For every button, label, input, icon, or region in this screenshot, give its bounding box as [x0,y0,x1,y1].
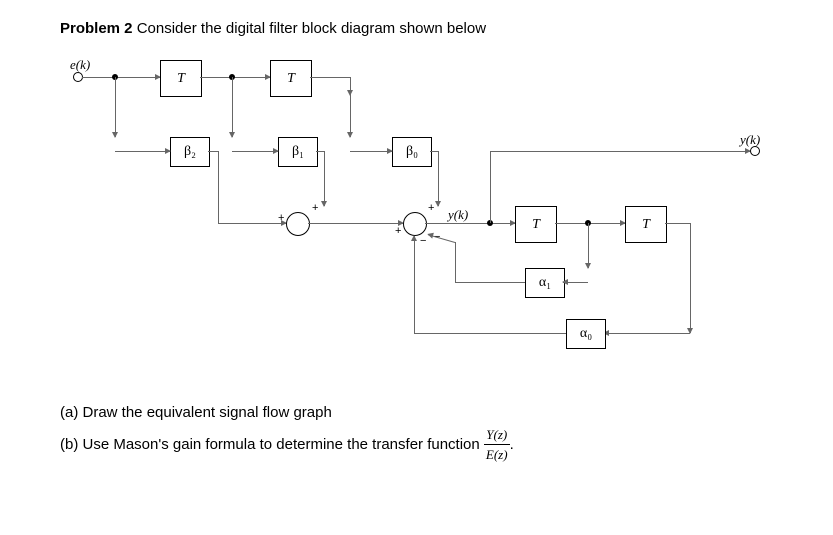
label-yk: y(k) [740,132,760,148]
problem-text: Consider the digital filter block diagra… [133,20,487,37]
sum-junction-2 [403,212,427,236]
gain-alpha1: α₁ [525,268,565,298]
delay-block-1: T [160,60,202,97]
sum-junction-1 [286,212,310,236]
transfer-function-fraction: Y(z)E(z) [484,425,510,465]
label-ek: e(k) [70,57,90,73]
plus-s1-top: + [312,202,318,214]
feedback-delay-2: T [625,206,667,243]
question-b: (b) Use Mason's gain formula to determin… [60,425,773,465]
block-diagram: e(k) T T β₂ β₁ [60,47,770,387]
questions: (a) Draw the equivalent signal flow grap… [60,402,773,465]
plus-s2-left: + [395,225,401,237]
gain-beta1: β₁ [278,137,318,167]
gain-beta0: β₀ [392,137,432,167]
feedback-delay-1: T [515,206,557,243]
delay-block-2: T [270,60,312,97]
question-a: (a) Draw the equivalent signal flow grap… [60,402,773,425]
plus-s1-left: + [278,212,284,224]
problem-title: Problem 2 Consider the digital filter bl… [60,20,773,37]
problem-number: Problem 2 [60,20,133,37]
plus-s2-top: + [428,202,434,214]
label-yk-mid: y(k) [448,207,468,223]
gain-alpha0: α₀ [566,319,606,349]
gain-beta2: β₂ [170,137,210,167]
